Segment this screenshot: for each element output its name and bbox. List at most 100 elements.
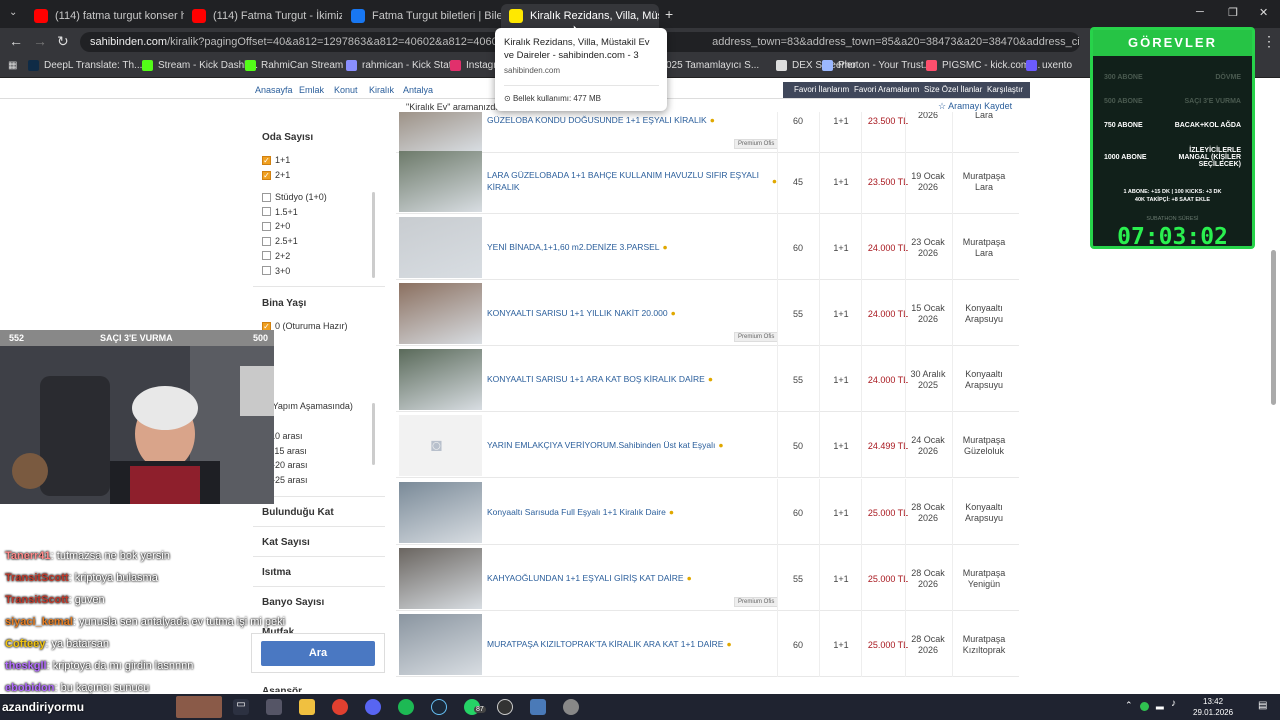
floors-filter-title[interactable]: Kat Sayısı — [262, 537, 310, 548]
checkbox[interactable] — [262, 236, 271, 246]
page-scrollbar[interactable] — [1271, 250, 1276, 405]
listing-photo[interactable] — [399, 349, 482, 410]
listing-row[interactable]: MURATPAŞA KIZILTOPRAK'TA KİRALIK ARA KAT… — [396, 611, 1019, 677]
bookmark-pigsmc[interactable]: PIGSMC - kick.com/... — [926, 60, 1040, 71]
rooms-scrollbar[interactable] — [372, 192, 375, 278]
checkbox[interactable] — [262, 251, 271, 261]
chrome-icon[interactable] — [332, 699, 348, 715]
listing-row[interactable]: Konyaaltı Sarısuda Full Eşyalı 1+1 Kiral… — [396, 479, 1019, 545]
chat-username[interactable]: TransitScott — [5, 594, 69, 606]
search-button[interactable]: Ara — [261, 641, 375, 666]
discord-icon[interactable] — [365, 699, 381, 715]
bookmark-deepl[interactable]: DeepL Translate: Th... — [28, 60, 142, 71]
bookmark-tamamlayici[interactable]: 025 Tamamlayıcı S... — [666, 60, 759, 71]
age-option[interactable]: ✓ 0 (Oturuma Hazır) — [262, 321, 348, 331]
listing-photo[interactable] — [399, 151, 482, 212]
bathroom-filter-title[interactable]: Banyo Sayısı — [262, 597, 324, 608]
breadcrumb-kiralik[interactable]: Kiralık — [369, 85, 394, 95]
tray-chevron-icon[interactable]: ⌃ — [1125, 700, 1133, 711]
steam-icon[interactable] — [431, 699, 447, 715]
back-icon[interactable]: ← — [9, 33, 23, 49]
listing-title[interactable]: Konyaaltı Sarısuda Full Eşyalı 1+1 Kiral… — [487, 479, 777, 545]
nav-favori-aramalarim[interactable]: Favori Aramalarım — [854, 85, 919, 94]
chat-username[interactable]: TransitScott — [5, 572, 69, 584]
bookmark-uxento[interactable]: uxento — [1026, 60, 1072, 71]
nav-karsilastir[interactable]: Karşılaştır — [987, 85, 1023, 94]
listing-photo[interactable] — [399, 217, 482, 278]
tab-youtube-2[interactable]: (114) Fatma Turgut - İkimizden ✕ — [184, 4, 342, 28]
tab-sahibinden[interactable]: Kiralık Rezidans, Villa, Müstakil ✕ — [501, 4, 659, 28]
apps-icon[interactable]: ▦ — [8, 60, 17, 71]
heating-filter-title[interactable]: Isıtma — [262, 567, 291, 578]
checkbox[interactable]: ✓ — [262, 155, 271, 165]
bookmark-kick-dashboard[interactable]: Stream - Kick Dashb... — [142, 60, 258, 71]
checkbox[interactable]: ✓ — [262, 170, 271, 180]
network-app-icon[interactable] — [530, 699, 546, 715]
weather-icon[interactable] — [176, 696, 222, 718]
room-option[interactable]: ✓ 1+1 — [262, 155, 290, 165]
listing-title[interactable]: KONYAALTI SARISU 1+1 ARA KAT BOŞ KİRALIK… — [487, 346, 777, 412]
listing-photo[interactable] — [399, 283, 482, 344]
listing-row[interactable]: LARA GÜZELOBADA 1+1 BAHÇE KULLANIM HAVUZ… — [396, 148, 1019, 214]
room-option[interactable]: ✓ 2+1 — [262, 170, 290, 180]
room-option[interactable]: 1.5+1 — [262, 207, 298, 217]
checkbox[interactable] — [262, 266, 271, 275]
close-window-icon[interactable]: ✕ — [1259, 6, 1268, 19]
task-view-icon[interactable]: ▭ — [233, 699, 249, 715]
listing-title[interactable]: MURATPAŞA KIZILTOPRAK'TA KİRALIK ARA KAT… — [487, 611, 777, 677]
listing-row[interactable]: ◙ YARIN EMLAKÇIYA VERİYORUM.Sahibinden Üs… — [396, 412, 1019, 478]
tab-biletix[interactable]: Fatma Turgut biletleri | Biletix | ✕ — [343, 4, 501, 28]
reload-icon[interactable]: ↻ — [57, 33, 69, 50]
bookmark-rahmican-stream[interactable]: RahmiCan Stream -... — [245, 60, 358, 71]
menu-icon[interactable]: ⋮ — [1262, 33, 1276, 50]
spotify-icon[interactable] — [398, 699, 414, 715]
notification-icon[interactable]: ▤ — [1258, 700, 1267, 711]
listing-row[interactable]: KONYAALTI SARISU 1+1 YILLIK NAKİT 20.000… — [396, 280, 1019, 346]
breadcrumb-konut[interactable]: Konut — [334, 85, 358, 95]
age-scrollbar[interactable] — [372, 403, 375, 465]
tab-search-icon[interactable]: ⌄ — [9, 7, 17, 18]
nav-favori-ilanlarim[interactable]: Favori İlanlarım — [794, 85, 849, 94]
tab-youtube-1[interactable]: (114) fatma turgut konser harbi ✕ — [26, 4, 184, 28]
wifi-icon[interactable]: ▂ — [1156, 699, 1164, 710]
room-option[interactable]: Stüdyo (1+0) — [262, 192, 327, 202]
listing-row[interactable]: YENİ BİNADA,1+1,60 m2.DENİZE 3.PARSEL ● 60… — [396, 214, 1019, 280]
minimize-icon[interactable]: ─ — [1196, 6, 1204, 18]
chat-username[interactable]: siyaci_kemal — [5, 616, 73, 628]
listing-row[interactable]: KAHYAOĞLUNDAN 1+1 EŞYALI GİRİŞ KAT DAİRE… — [396, 545, 1019, 611]
breadcrumb-emlak[interactable]: Emlak — [299, 85, 324, 95]
restore-icon[interactable]: ❐ — [1228, 6, 1238, 19]
new-tab-icon[interactable]: + — [665, 6, 673, 22]
room-option[interactable]: 2.5+1 — [262, 236, 298, 246]
save-search-link[interactable]: ☆ Aramayı Kaydet — [938, 101, 1012, 112]
breadcrumb-anasayfa[interactable]: Anasayfa — [255, 85, 293, 95]
floor-filter-title[interactable]: Bulunduğu Kat — [262, 507, 334, 518]
bookmark-rahmican-stats[interactable]: rahmican - Kick Stat... — [346, 60, 460, 71]
checkbox[interactable] — [262, 192, 271, 202]
taskbar-clock[interactable]: 13:42 29.01.2026 — [1193, 696, 1233, 718]
chat-username[interactable]: Tanerr41 — [5, 550, 51, 562]
chat-username[interactable]: ebobidon — [5, 682, 55, 694]
nav-size-ozel[interactable]: Size Özel İlanlar — [924, 85, 982, 94]
listing-title[interactable]: YENİ BİNADA,1+1,60 m2.DENİZE 3.PARSEL ● — [487, 214, 777, 280]
listing-row[interactable]: KONYAALTI SARISU 1+1 ARA KAT BOŞ KİRALIK… — [396, 346, 1019, 412]
listing-photo[interactable] — [399, 548, 482, 609]
listing-photo[interactable] — [399, 482, 482, 543]
volume-icon[interactable]: ♪ — [1171, 698, 1176, 709]
listing-photo[interactable] — [399, 112, 482, 151]
bookmark-photon[interactable]: Photon - Your Trust... — [822, 60, 932, 71]
room-option[interactable]: 2+2 — [262, 251, 290, 261]
chat-username[interactable]: theskgll — [5, 660, 47, 672]
forward-icon[interactable]: → — [33, 33, 47, 49]
obs-icon[interactable] — [497, 699, 513, 715]
chat-username[interactable]: Cofteey — [5, 638, 45, 650]
listing-title[interactable]: YARIN EMLAKÇIYA VERİYORUM.Sahibinden Üst… — [487, 412, 777, 478]
listing-row[interactable]: GÜZELOBA KONDU DOĞUSUNDE 1+1 EŞYALI KİRA… — [396, 112, 1019, 153]
listing-photo[interactable] — [399, 614, 482, 675]
folder-icon[interactable] — [299, 699, 315, 715]
breadcrumb-antalya[interactable]: Antalya — [403, 85, 433, 95]
room-option[interactable]: 3+0 — [262, 266, 290, 276]
listing-photo[interactable]: ◙ — [399, 415, 482, 476]
listing-title[interactable]: LARA GÜZELOBADA 1+1 BAHÇE KULLANIM HAVUZ… — [487, 148, 777, 214]
room-option[interactable]: 2+0 — [262, 221, 290, 231]
